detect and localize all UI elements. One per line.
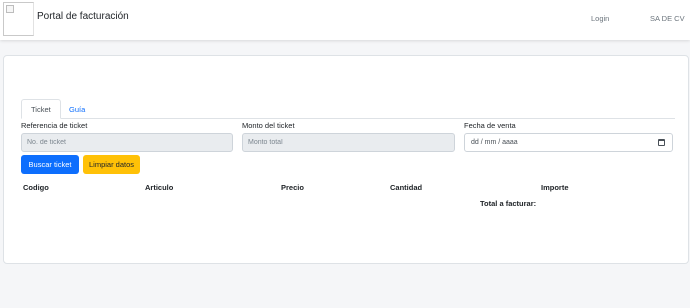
total-label: Total a facturar: <box>480 199 537 208</box>
reference-input[interactable] <box>27 134 227 151</box>
search-ticket-button[interactable]: Buscar ticket <box>21 155 79 174</box>
column-header-quantity: Cantidad <box>390 183 423 192</box>
nav-company-link[interactable]: SA DE CV <box>650 14 685 23</box>
nav-login-link[interactable]: Login <box>591 14 609 23</box>
logo-image-icon[interactable] <box>3 2 34 36</box>
date-label: Fecha de venta <box>464 121 516 130</box>
tab-ticket[interactable]: Ticket <box>21 99 61 119</box>
column-header-code: Codigo <box>23 183 49 192</box>
column-header-amount: Importe <box>541 183 569 192</box>
amount-field[interactable] <box>242 133 455 152</box>
invoice-card: Ticket Guía Referencia de ticket Monto d… <box>3 55 689 264</box>
navbar: Portal de facturación Login SA DE CV <box>0 0 690 40</box>
clear-data-button[interactable]: Limpiar datos <box>83 155 140 174</box>
tab-bar: Ticket Guía <box>21 99 675 119</box>
reference-label: Referencia de ticket <box>21 121 88 130</box>
amount-label: Monto del ticket <box>242 121 295 130</box>
amount-input[interactable] <box>248 134 449 151</box>
broken-image-icon <box>6 5 14 13</box>
column-header-price: Precio <box>281 183 304 192</box>
date-value: dd / mm / aaaa <box>471 139 518 146</box>
column-header-article: Articulo <box>145 183 174 192</box>
reference-field[interactable] <box>21 133 233 152</box>
calendar-icon[interactable] <box>658 139 665 146</box>
tab-guide[interactable]: Guía <box>59 99 95 119</box>
brand-title[interactable]: Portal de facturación <box>37 11 129 22</box>
date-input[interactable]: dd / mm / aaaa <box>464 133 673 152</box>
